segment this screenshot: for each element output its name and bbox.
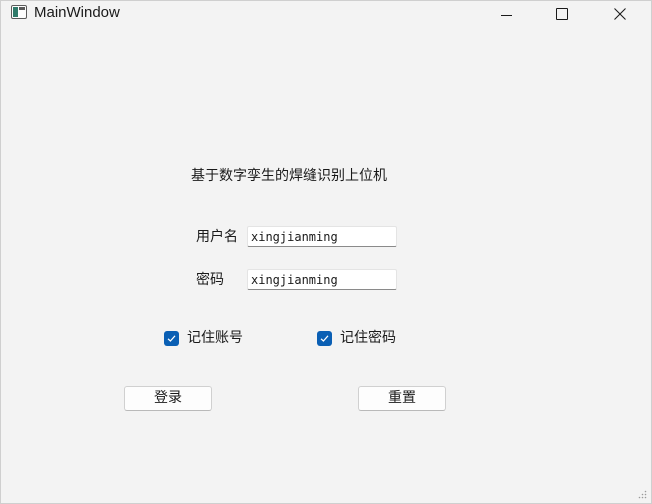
remember-account-label[interactable]: 记住账号 xyxy=(187,329,243,347)
minimize-button[interactable] xyxy=(483,1,529,27)
maximize-icon xyxy=(556,8,568,20)
password-label: 密码 xyxy=(196,272,224,288)
reset-button[interactable]: 重置 xyxy=(358,386,446,411)
login-button[interactable]: 登录 xyxy=(124,386,212,411)
close-button[interactable] xyxy=(597,1,643,27)
username-input[interactable] xyxy=(247,226,397,247)
resize-grip-icon[interactable] xyxy=(637,489,647,499)
app-window-icon xyxy=(11,5,27,19)
remember-account-checkbox[interactable] xyxy=(164,331,179,346)
close-icon xyxy=(614,8,626,20)
password-input[interactable] xyxy=(247,269,397,290)
app-heading: 基于数字孪生的焊缝识别上位机 xyxy=(191,168,387,184)
checkmark-icon xyxy=(167,335,176,342)
window-title: MainWindow xyxy=(34,4,120,21)
minimize-icon xyxy=(500,14,512,16)
title-bar[interactable]: MainWindow xyxy=(1,1,651,27)
main-window: MainWindow 基于数字孪生的焊缝识别上位机 用户名 密码 记住账号 记住… xyxy=(0,0,652,504)
maximize-button[interactable] xyxy=(539,1,585,27)
checkmark-icon xyxy=(320,335,329,342)
remember-password-label[interactable]: 记住密码 xyxy=(340,329,396,347)
username-label: 用户名 xyxy=(196,229,238,245)
remember-password-checkbox[interactable] xyxy=(317,331,332,346)
